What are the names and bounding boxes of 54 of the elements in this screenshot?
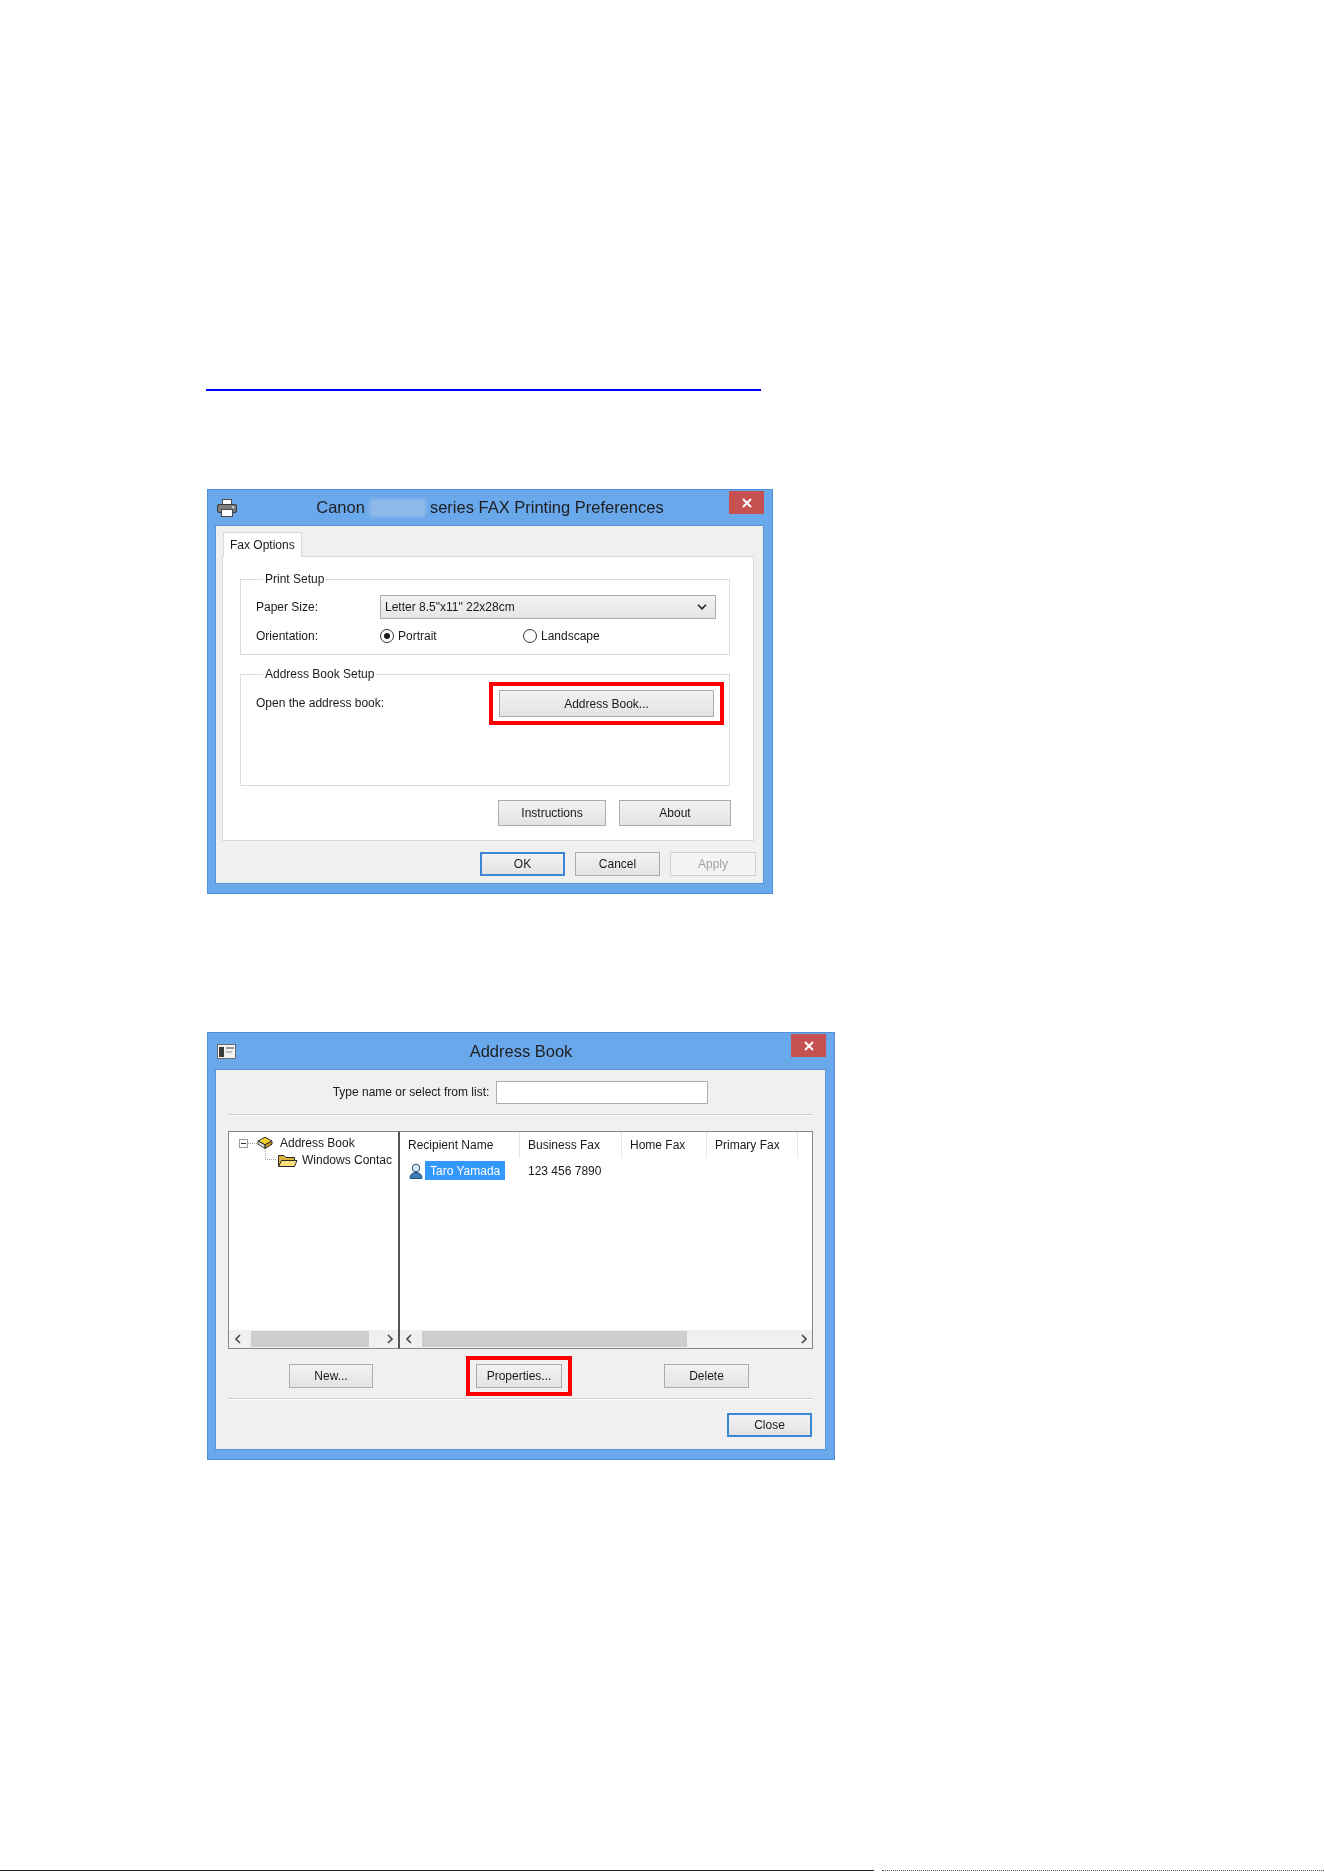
field-label: Open the address book:: [256, 696, 385, 711]
dialog-button[interactable]: New...: [289, 1363, 373, 1388]
dialog-button[interactable]: Instructions: [498, 800, 606, 826]
paper-size-dropdown[interactable]: Letter 8.5"x11" 22x28cm: [380, 595, 716, 619]
radio-button[interactable]: [380, 629, 394, 643]
chevron-right-icon: [800, 1334, 807, 1344]
chevron-left-icon: [234, 1334, 241, 1344]
window-title: Canon: [316, 499, 365, 516]
contact-icon: [409, 1162, 423, 1179]
radio-label[interactable]: Landscape: [541, 628, 600, 644]
blurred-patch: [368, 498, 426, 517]
close-button[interactable]: [791, 1034, 826, 1057]
field-label: Paper Size:: [256, 599, 320, 615]
tree-connector: [248, 1142, 257, 1144]
dialog-button[interactable]: Cancel: [575, 852, 660, 876]
table-cell-text: 123 456 7890: [527, 1162, 603, 1180]
radio-button[interactable]: [523, 629, 537, 643]
folder-icon: [277, 1152, 298, 1168]
dialog-button[interactable]: Delete: [664, 1363, 749, 1388]
scrollbar-thumb[interactable]: [251, 1331, 369, 1347]
field-label: Orientation:: [256, 628, 320, 644]
close-icon: [741, 497, 752, 508]
search-field[interactable]: [496, 1081, 709, 1104]
column-header[interactable]: Business Fax: [520, 1132, 622, 1158]
field-label: Type name or select from list:: [332, 1085, 490, 1100]
horizontal-scrollbar[interactable]: [400, 1330, 812, 1348]
group-title: Print Setup: [264, 572, 326, 587]
address-book-button[interactable]: Address Book...: [499, 690, 714, 717]
tree-item[interactable]: Address Book: [280, 1135, 355, 1151]
window-icon: [217, 1043, 236, 1059]
chevron-left-icon: [405, 1334, 412, 1344]
close-button[interactable]: [729, 491, 764, 514]
chevron-right-icon: [386, 1334, 393, 1344]
scrollbar-thumb[interactable]: [422, 1331, 687, 1347]
window-title: series FAX Printing Preferences: [429, 499, 664, 516]
collapse-icon[interactable]: [239, 1138, 248, 1148]
horizontal-scrollbar[interactable]: [229, 1330, 398, 1348]
window-title: Address Book: [469, 1042, 573, 1060]
column-header[interactable]: Home Fax: [622, 1132, 707, 1158]
column-header[interactable]: Recipient Name: [400, 1132, 520, 1158]
dialog-button[interactable]: About: [619, 800, 731, 826]
tree-item[interactable]: Windows Contac: [302, 1152, 393, 1168]
dialog-button[interactable]: Close: [727, 1413, 812, 1437]
dialog-button[interactable]: OK: [480, 852, 565, 876]
radio-label[interactable]: Portrait: [398, 628, 437, 644]
printer-icon: [217, 498, 237, 517]
close-icon: [803, 1040, 814, 1051]
tree-connector: [265, 1151, 277, 1160]
chevron-down-icon: [697, 604, 707, 610]
column-header[interactable]: Primary Fax: [707, 1132, 798, 1158]
dialog-button[interactable]: Properties...: [476, 1363, 562, 1388]
tab[interactable]: Fax Options: [223, 532, 302, 557]
group-title: Address Book Setup: [264, 667, 376, 682]
book-icon: [257, 1136, 273, 1150]
